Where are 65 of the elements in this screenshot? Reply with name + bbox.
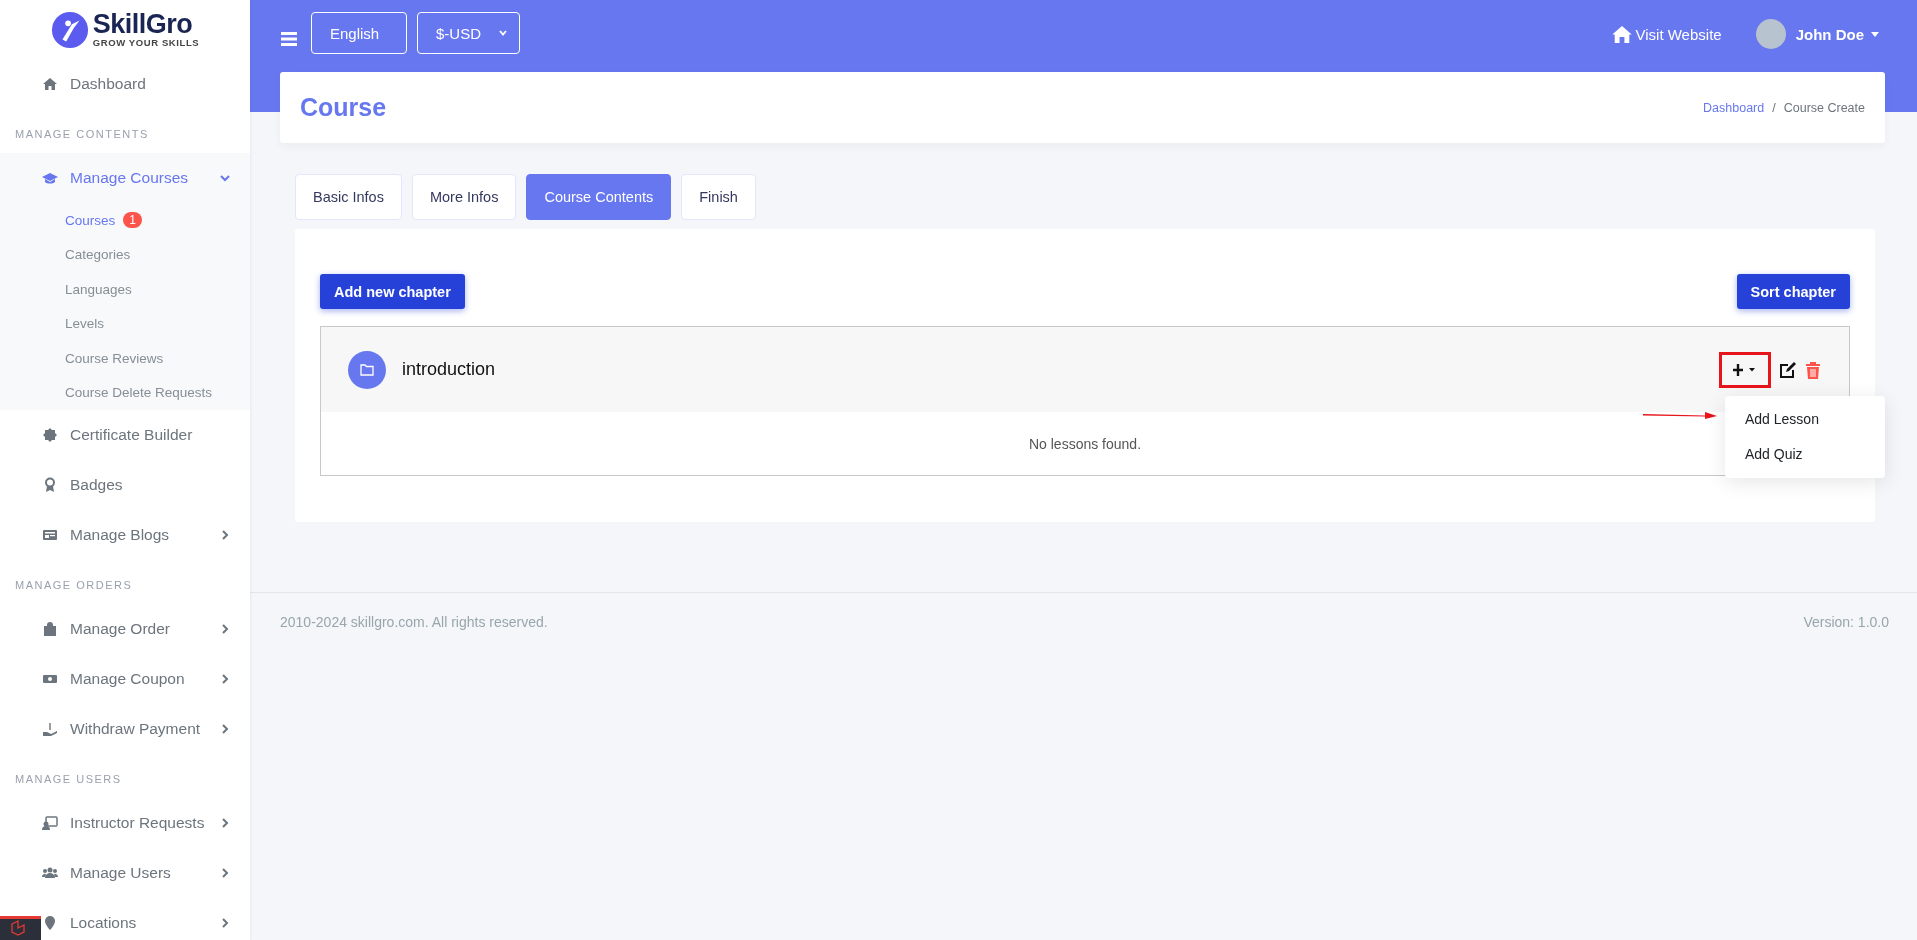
users-icon [42, 865, 58, 881]
sidebar-item[interactable]: Certificate Builder [42, 410, 250, 460]
delete-icon[interactable] [1805, 360, 1821, 379]
sidebar-item[interactable]: Manage Order [42, 604, 250, 654]
home-icon [1611, 25, 1632, 43]
caret-icon [1871, 31, 1879, 37]
submenu-item[interactable]: Categories [0, 237, 250, 272]
version-text: Version: 1.0.0 [1803, 614, 1889, 630]
hand-icon [42, 721, 58, 737]
section-label: MANAGE ORDERS [14, 578, 134, 593]
sidebar-item[interactable]: Manage Users [42, 848, 250, 898]
visit-website-link[interactable]: Visit Website [1611, 12, 1722, 56]
id-icon [42, 815, 58, 831]
news-icon [42, 527, 58, 543]
add-chapter-button[interactable]: Add new chapter [320, 274, 465, 309]
tab[interactable]: Course Contents [526, 174, 672, 220]
breadcrumb-separator: / [1772, 100, 1776, 115]
sidebar-item[interactable]: Withdraw Payment [42, 704, 250, 754]
sidebar-item[interactable]: Badges [42, 460, 250, 510]
currency-select[interactable]: $-USD [417, 12, 520, 54]
menu-icon[interactable] [281, 32, 297, 46]
dropdown-item[interactable]: Add Quiz [1725, 436, 1885, 472]
submenu-item[interactable]: Course Delete Requests [0, 375, 250, 410]
folder-icon [348, 350, 386, 389]
tab[interactable]: Finish [681, 174, 756, 220]
avatar [1755, 19, 1786, 49]
submenu-item[interactable]: Levels [0, 306, 250, 341]
home-icon [42, 76, 58, 92]
submenu-item[interactable]: Courses 1 [0, 203, 250, 238]
section-label: MANAGE USERS [14, 772, 123, 787]
dropdown-item[interactable]: Add Lesson [1725, 401, 1885, 437]
count-badge: 1 [123, 212, 142, 229]
user-menu[interactable]: John Doe [1795, 12, 1879, 56]
edit-icon[interactable] [1778, 359, 1798, 380]
sidebar-item[interactable]: Dashboard [42, 59, 250, 109]
sidebar-item[interactable]: Manage Coupon [42, 654, 250, 704]
sidebar-item[interactable]: Manage Courses [42, 153, 250, 203]
page-title: Course [300, 93, 387, 122]
logo-icon [50, 10, 89, 49]
tab[interactable]: Basic Infos [295, 174, 402, 220]
brand-tagline: GROW YOUR SKILLS [92, 38, 200, 48]
brand-name: SkillGro [92, 11, 194, 39]
chapter-title: introduction [402, 359, 496, 380]
cap-icon [42, 170, 58, 186]
tab[interactable]: More Infos [411, 174, 517, 220]
breadcrumb-current: Course Create [1783, 100, 1865, 115]
sidebar-item[interactable]: Instructor Requests [42, 798, 250, 848]
sort-chapter-button[interactable]: Sort chapter [1736, 274, 1850, 309]
language-select[interactable]: English [311, 12, 407, 54]
badge-seal-icon [42, 427, 58, 443]
add-item-dropdown-button[interactable] [1719, 351, 1771, 388]
bag-icon [42, 621, 58, 637]
breadcrumb-link[interactable]: Dashboard [1703, 100, 1765, 115]
submenu-item[interactable]: Languages [0, 272, 250, 307]
sidebar-item[interactable]: Manage Blogs [42, 510, 250, 560]
cube-logo-icon[interactable] [0, 916, 41, 940]
section-label: MANAGE CONTENTS [14, 127, 150, 142]
pin-icon [42, 915, 58, 931]
chevron-down-icon [499, 30, 507, 36]
empty-message: No lessons found. [1028, 435, 1142, 452]
copyright-text: 2010-2024 skillgro.com. All rights reserved. [280, 614, 548, 630]
sidebar-item[interactable]: Locations [42, 898, 250, 940]
submenu-item[interactable]: Course Reviews [0, 341, 250, 376]
ribbon-icon [42, 477, 58, 493]
plus-caret-icon [1733, 362, 1757, 377]
